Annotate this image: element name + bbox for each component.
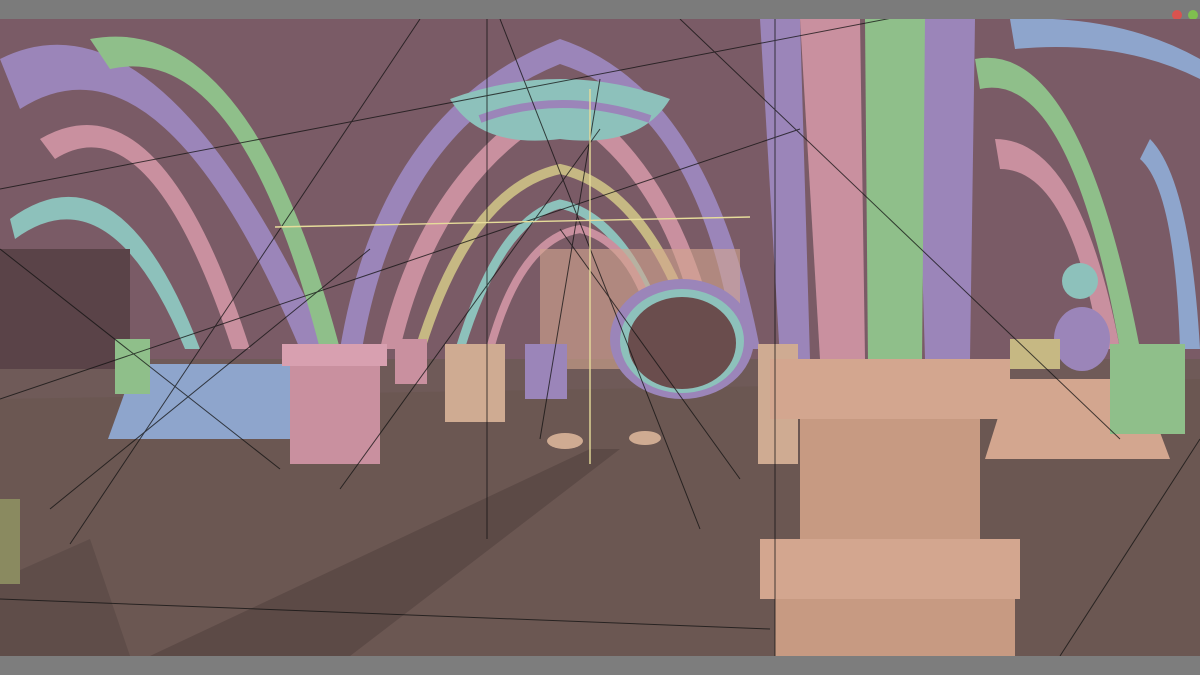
pedestal-fg-base	[760, 539, 1020, 599]
pedestal-tan-center	[445, 344, 505, 422]
pedestal-pink-cap	[282, 344, 387, 366]
round-window	[1062, 263, 1098, 299]
small-pedestal-green-left	[115, 339, 150, 394]
floor-bump-right	[629, 431, 661, 445]
small-pedestal-pink	[395, 339, 427, 384]
pedestal-fg-foot	[775, 599, 1015, 656]
pedestal-purple-center	[525, 344, 567, 399]
viewport-header	[0, 0, 1200, 20]
pedestal-fg-shaft	[800, 419, 980, 539]
dark-arch-opening-left	[0, 249, 130, 369]
pedestal-yellow-right	[1010, 339, 1060, 369]
pedestal-yellow-edge	[0, 499, 20, 584]
floor-bump-left	[547, 433, 583, 449]
status-bar	[0, 656, 1200, 675]
blender-app	[0, 0, 1200, 675]
pedestal-fg-cap	[770, 359, 1010, 419]
tunnel-opening	[628, 297, 736, 389]
3d-viewport[interactable]	[0, 19, 1200, 656]
scene-render	[0, 19, 1200, 656]
column-shaft-green	[865, 19, 925, 364]
pedestal-green-right	[1110, 344, 1185, 434]
small-doorway	[1054, 307, 1110, 371]
